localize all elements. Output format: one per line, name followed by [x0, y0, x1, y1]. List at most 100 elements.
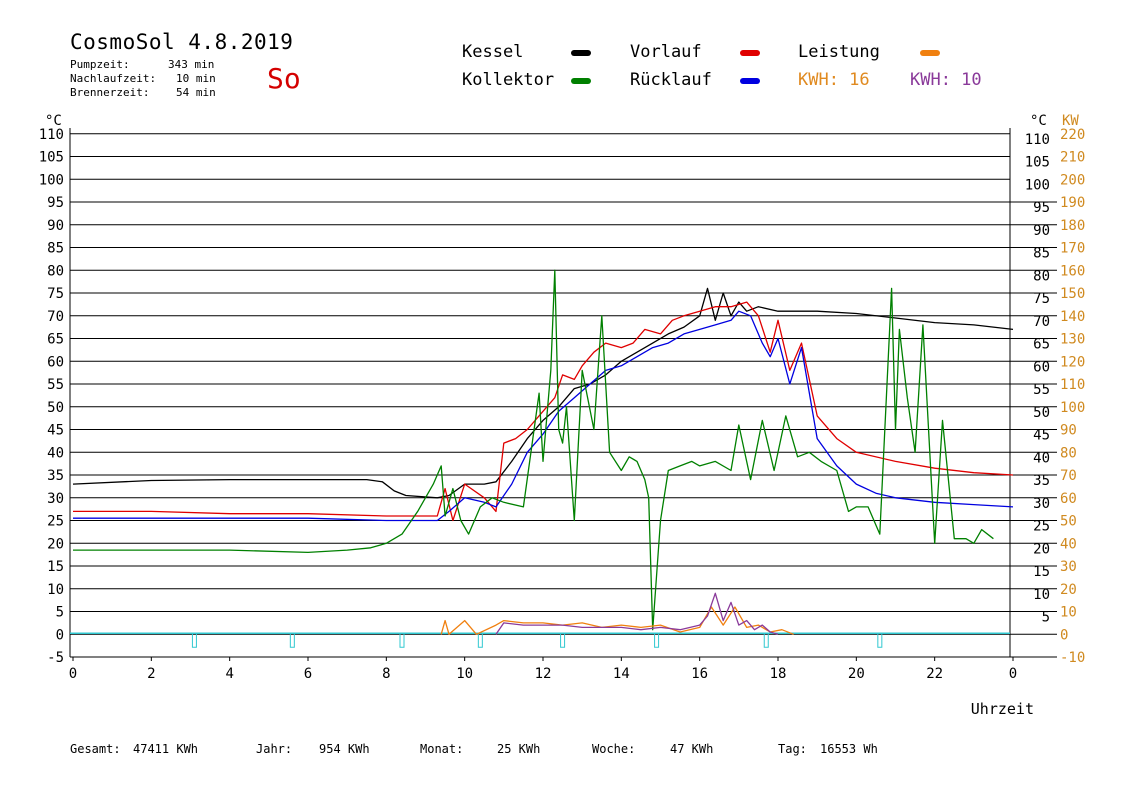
y-tick-label-left: 0: [56, 627, 64, 643]
y2-tick-label: 160: [1060, 263, 1085, 279]
footer-woche-value: 47 KWh: [670, 742, 714, 756]
y-tick-label-left: 30: [47, 491, 64, 507]
x-tick-label: 10: [456, 666, 473, 682]
y-tick-label-right: 25: [1033, 519, 1050, 535]
y2-tick-label: 180: [1060, 218, 1085, 234]
y-axis-unit-left: °C: [45, 113, 62, 129]
y2-tick-label: 0: [1060, 627, 1068, 643]
x-tick-label: 4: [225, 666, 233, 682]
y-tick-label-left: 20: [47, 536, 64, 552]
x-axis-title: Uhrzeit: [971, 700, 1034, 718]
series-line-r-cklauf: [73, 310, 1014, 522]
y-tick-label-right: 90: [1033, 223, 1050, 239]
x-tick-label: 20: [848, 666, 865, 682]
x-tick-label: 0: [1009, 666, 1017, 682]
y-tick-label-left: -5: [47, 650, 64, 666]
pump-marker: [763, 632, 769, 648]
y-tick-label-right: 65: [1033, 337, 1050, 353]
pump-marker: [477, 632, 483, 648]
series-line-kwh-10: [495, 592, 779, 635]
y-tick-label-left: 90: [47, 218, 64, 234]
series-line-kollektor: [73, 269, 994, 631]
y2-tick-label: 90: [1060, 423, 1077, 439]
footer-gesamt-label: Gesamt:: [70, 742, 121, 756]
footer-monat-value: 25 KWh: [497, 742, 541, 756]
y2-tick-label: 150: [1060, 286, 1085, 302]
y-tick-label-right: 45: [1033, 428, 1050, 444]
y-tick-label-left: 40: [47, 445, 64, 461]
y-tick-label-left: 45: [47, 423, 64, 439]
y-tick-label-left: 25: [47, 514, 64, 530]
y-tick-label-right: 10: [1033, 587, 1050, 603]
pump-marker: [191, 632, 197, 648]
y-tick-label-right: 75: [1033, 291, 1050, 307]
y-tick-label-right: 95: [1033, 200, 1050, 216]
y-tick-label-left: 110: [39, 127, 64, 143]
y2-tick-label: 170: [1060, 241, 1085, 257]
pump-marker: [560, 632, 566, 648]
y-tick-label-right: 50: [1033, 405, 1050, 421]
y-tick-label-right: 30: [1033, 496, 1050, 512]
pump-marker: [654, 632, 660, 648]
y2-tick-label: 110: [1060, 377, 1085, 393]
y2-tick-label: 10: [1060, 605, 1077, 621]
x-tick-label: 8: [382, 666, 390, 682]
temperature-chart: -505101520253035404550556065707580859095…: [39, 113, 1086, 718]
x-tick-label: 22: [926, 666, 943, 682]
y2-tick-label: 30: [1060, 559, 1077, 575]
y-tick-label-left: 75: [47, 286, 64, 302]
y-tick-label-left: 70: [47, 309, 64, 325]
y2-tick-label: 200: [1060, 172, 1085, 188]
x-tick-label: 12: [535, 666, 552, 682]
y2-tick-label: 100: [1060, 400, 1085, 416]
y-tick-label-right: 105: [1025, 155, 1050, 171]
y2-tick-label: 210: [1060, 150, 1085, 166]
y-tick-label-left: 100: [39, 172, 64, 188]
footer-jahr-value: 954 KWh: [319, 742, 370, 756]
y2-tick-label: 130: [1060, 332, 1085, 348]
y-tick-label-left: 50: [47, 400, 64, 416]
y-tick-label-right: 5: [1042, 610, 1050, 626]
y2-tick-label: 120: [1060, 354, 1085, 370]
pump-marker: [877, 632, 883, 648]
y2-tick-label: 80: [1060, 445, 1077, 461]
y-tick-label-right: 100: [1025, 177, 1050, 193]
y-axis-unit-right: °C: [1030, 113, 1047, 129]
y-tick-label-left: 65: [47, 332, 64, 348]
footer-monat-label: Monat:: [420, 742, 464, 756]
footer-tag-value: 16553 Wh: [820, 742, 878, 756]
footer-gesamt-value: 47411 KWh: [133, 742, 199, 756]
y-tick-label-left: 85: [47, 241, 64, 257]
y-tick-label-right: 55: [1033, 382, 1050, 398]
y-tick-label-left: 60: [47, 354, 64, 370]
y-tick-label-left: 15: [47, 559, 64, 575]
y2-tick-label: 60: [1060, 491, 1077, 507]
x-tick-label: 18: [770, 666, 787, 682]
y-tick-label-right: 85: [1033, 246, 1050, 262]
y-tick-label-right: 15: [1033, 564, 1050, 580]
y-tick-label-left: 10: [47, 582, 64, 598]
footer-woche-label: Woche:: [592, 742, 636, 756]
y2-tick-label: -10: [1060, 650, 1085, 666]
footer-tag-label: Tag:: [778, 742, 807, 756]
y-tick-label-right: 40: [1033, 450, 1050, 466]
footer-jahr-label: Jahr:: [256, 742, 293, 756]
y-tick-label-right: 80: [1033, 268, 1050, 284]
x-tick-label: 2: [147, 666, 155, 682]
x-tick-label: 14: [613, 666, 630, 682]
x-tick-label: 0: [69, 666, 77, 682]
y2-tick-label: 20: [1060, 582, 1077, 598]
y2-tick-label: 50: [1060, 514, 1077, 530]
y2-tick-label: 140: [1060, 309, 1085, 325]
pump-marker: [289, 632, 295, 648]
y-tick-label-left: 105: [39, 150, 64, 166]
y2-axis-unit: KW: [1062, 113, 1079, 129]
y2-tick-label: 70: [1060, 468, 1077, 484]
y-tick-label-right: 60: [1033, 359, 1050, 375]
y2-tick-label: 220: [1060, 127, 1085, 143]
y-tick-label-left: 5: [56, 605, 64, 621]
y-tick-label-left: 80: [47, 263, 64, 279]
series-line-vorlauf: [73, 301, 1014, 522]
y2-tick-label: 40: [1060, 536, 1077, 552]
x-tick-label: 16: [691, 666, 708, 682]
